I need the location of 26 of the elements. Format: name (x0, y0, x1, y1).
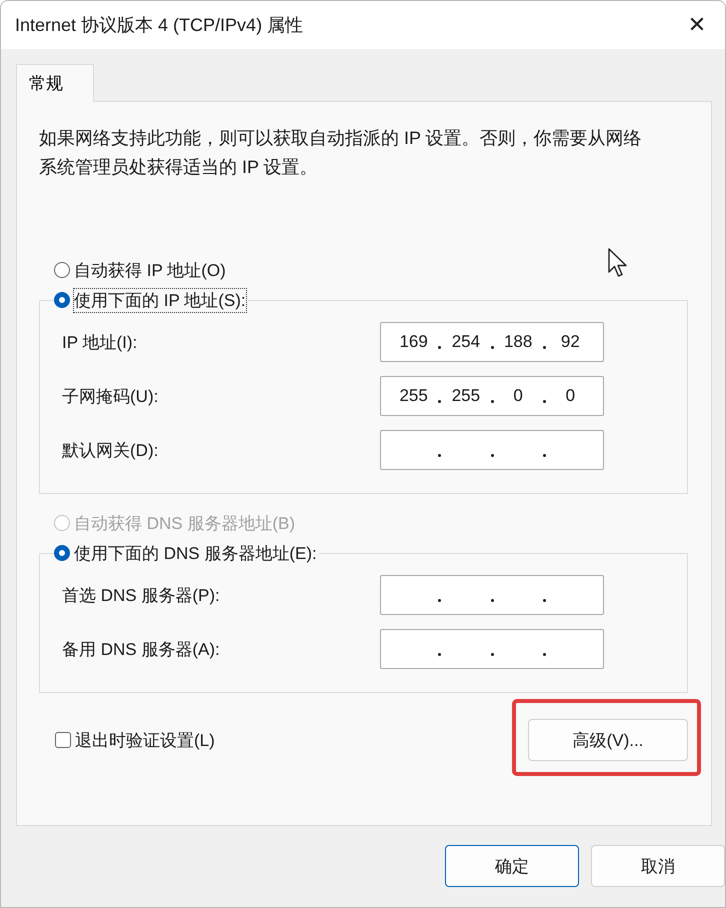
tab[interactable]: 常规 (16, 64, 94, 102)
radio-label[interactable]: 使用下面的 DNS 服务器地址(E): (74, 542, 317, 564)
ip-address-field[interactable] (380, 430, 604, 470)
radio-button[interactable] (54, 292, 70, 308)
radio-button[interactable] (54, 262, 70, 278)
field-label: 备用 DNS 服务器(A): (62, 638, 221, 660)
close-button[interactable]: ✕ (669, 1, 725, 49)
description-text: 如果网络支持此功能，则可以获取自动指派的 IP 设置。否则，你需要从网络系统管理员处获得适当的 IP 设置。 (39, 127, 643, 179)
dialog-button[interactable]: 取消 (591, 845, 725, 887)
radio-label[interactable]: 自动获得 IP 地址(O) (74, 258, 226, 282)
ip-address-field[interactable]: 255 255 0 0 (380, 376, 604, 416)
field-label: IP 地址(I): (62, 332, 138, 354)
field-label: 首选 DNS 服务器(P): (62, 584, 221, 606)
ip-address-field[interactable]: 169 254 188 92 (380, 322, 604, 362)
field-label: 默认网关(D): (62, 440, 160, 462)
advanced-button[interactable]: 高级(V)... (528, 719, 688, 761)
field-label: 子网掩码(U): (62, 386, 160, 408)
checkbox-label[interactable]: 退出时验证设置(L) (75, 728, 215, 752)
window-title: Internet 协议版本 4 (TCP/IPv4) 属性 (15, 14, 304, 37)
dialog-button[interactable]: 确定 (445, 845, 579, 887)
checkbox[interactable] (55, 732, 71, 748)
ip-address-field[interactable] (380, 575, 604, 615)
ip-address-field[interactable] (380, 629, 604, 669)
radio-label[interactable]: 使用下面的 IP 地址(S): (74, 288, 246, 312)
radio-button[interactable] (54, 545, 70, 561)
cursor-icon (608, 248, 628, 278)
